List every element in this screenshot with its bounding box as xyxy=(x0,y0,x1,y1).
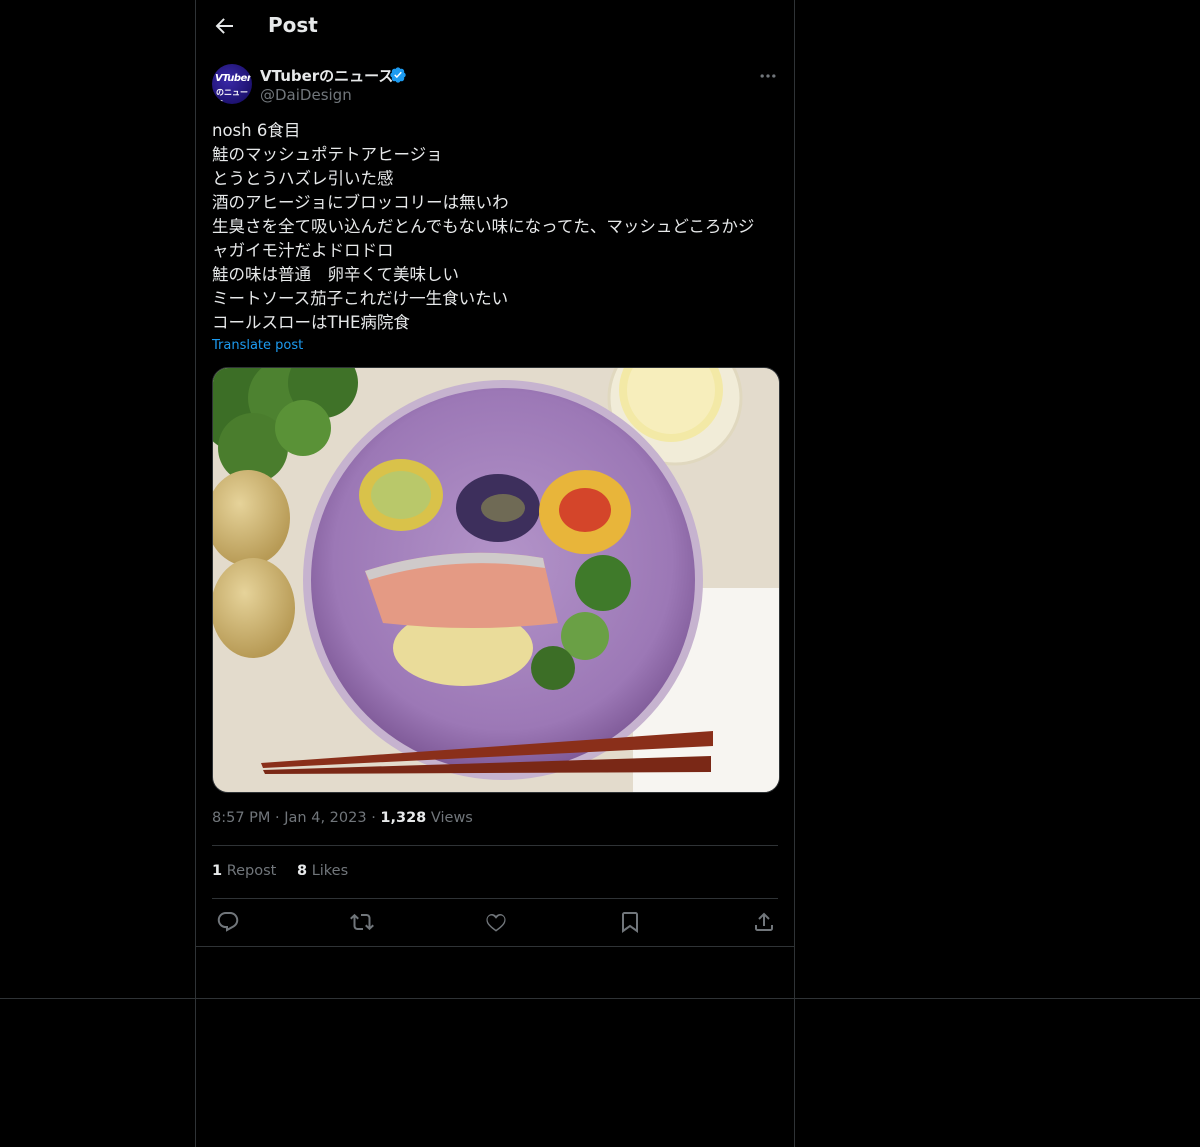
repost-icon[interactable] xyxy=(350,910,374,934)
author-name[interactable]: VTuberのニュース xyxy=(260,65,393,86)
bookmark-icon[interactable] xyxy=(618,910,642,934)
like-icon[interactable] xyxy=(484,910,508,934)
post-meta: 8:57 PM · Jan 4, 2023 · 1,328 Views xyxy=(212,810,473,826)
views-count: 1,328 xyxy=(380,810,427,826)
meta-separator: · xyxy=(371,810,376,826)
engagement-stats: 1 Repost 8 Likes xyxy=(212,863,364,879)
post-time[interactable]: 8:57 PM xyxy=(212,810,270,826)
post-header: Post xyxy=(196,0,794,53)
author-handle[interactable]: @DaiDesign xyxy=(260,86,352,104)
post-line: 酒のアヒージョにブロッコリーは無いわ xyxy=(212,193,509,212)
likes-count: 8 xyxy=(296,863,308,879)
post-line: とうとうハズレ引いた感 xyxy=(212,169,394,188)
reply-icon[interactable] xyxy=(216,910,240,934)
post-line: ャガイモ汁だよドロドロ xyxy=(212,241,394,260)
reposts-label: Repost xyxy=(226,863,277,879)
post-date[interactable]: Jan 4, 2023 xyxy=(284,810,366,826)
divider xyxy=(212,845,778,846)
page-title: Post xyxy=(268,13,318,37)
views-label: Views xyxy=(430,810,473,826)
food-photo xyxy=(213,368,779,792)
arrow-left-icon[interactable] xyxy=(212,14,236,38)
reposts-stat[interactable]: 1 Repost xyxy=(212,863,276,879)
avatar-text-bottom: のニュース xyxy=(216,88,248,104)
post-bottom-border xyxy=(195,946,795,947)
post-line: 鮭の味は普通 卵辛くて美味しい xyxy=(212,265,460,284)
post-column: Post VTuber のニュース VTuberのニュース @DaiDesign… xyxy=(195,0,795,1147)
verified-badge-icon xyxy=(390,67,406,83)
post-line: nosh 6食目 xyxy=(212,121,301,140)
more-icon[interactable] xyxy=(758,66,778,86)
meta-separator: · xyxy=(275,810,280,826)
post-image[interactable] xyxy=(212,367,780,793)
post-line: ミートソース茄子これだけ一生食いたい xyxy=(212,289,509,308)
avatar[interactable]: VTuber のニュース xyxy=(212,64,252,104)
reposts-count: 1 xyxy=(212,863,223,879)
divider xyxy=(212,898,778,899)
likes-stat[interactable]: 8 Likes xyxy=(297,863,348,879)
avatar-text-top: VTuber xyxy=(215,73,252,84)
section-divider xyxy=(0,998,1200,999)
translate-post-link[interactable]: Translate post xyxy=(212,338,303,353)
post-line: コールスローはTHE病院食 xyxy=(212,313,410,332)
post-line: 生臭さを全て吸い込んだとんでもない味になってた、マッシュどころかジ xyxy=(212,217,755,236)
post-text: nosh 6食目 鮭のマッシュポテトアヒージョ とうとうハズレ引いた感 酒のアヒ… xyxy=(212,119,778,335)
post-line: 鮭のマッシュポテトアヒージョ xyxy=(212,145,443,164)
likes-label: Likes xyxy=(311,863,349,879)
share-icon[interactable] xyxy=(752,910,776,934)
